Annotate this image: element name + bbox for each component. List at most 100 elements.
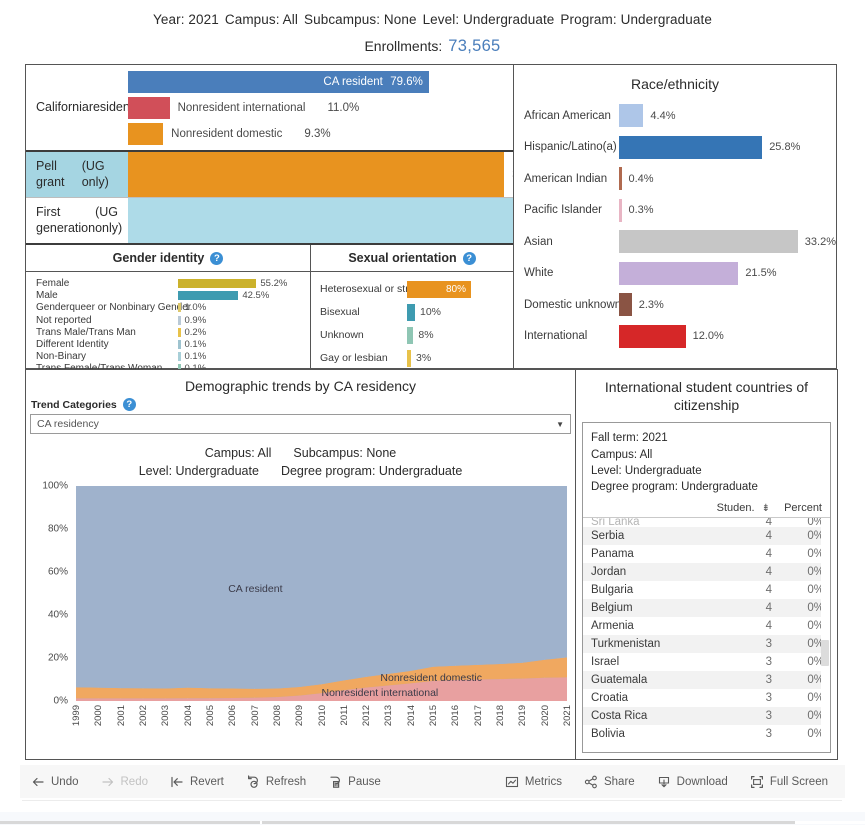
chart-area-label: Nonresident international [321, 687, 439, 700]
chart-y-tick-label: 20% [47, 652, 68, 664]
toolbar-revert-button[interactable]: Revert [159, 765, 235, 798]
residency-bar-percent: 79.6% [390, 76, 423, 88]
filter-subcampus[interactable]: Subcampus: None [304, 12, 417, 27]
table-row[interactable]: Serbia 4 0% [583, 526, 830, 545]
gender-identity-row-bar[interactable] [178, 327, 181, 337]
race-ethnicity-row[interactable]: American Indian 0.4% [514, 163, 836, 195]
table-row[interactable]: Israel 3 0% [583, 653, 830, 671]
race-ethnicity-row-bar[interactable] [619, 230, 798, 254]
race-ethnicity-row-bar[interactable] [619, 167, 622, 191]
sexual-orientation-row-bar[interactable]: 80% [407, 280, 471, 298]
table-scrollbar-thumb[interactable] [821, 639, 829, 666]
pell-grant-label[interactable]: Pell grant (UG only) [26, 152, 128, 197]
race-ethnicity-row-label: African American [524, 109, 611, 122]
toolbar-metrics-button[interactable]: Metrics [494, 765, 573, 798]
gender-identity-row-bar[interactable] [178, 279, 257, 289]
first-generation-label[interactable]: First generation (UG only) [26, 198, 128, 243]
sexual-orientation-row[interactable]: Gay or lesbian 3% [311, 347, 513, 369]
toolbar-full-screen-button[interactable]: Full Screen [739, 765, 839, 798]
column-header-percent[interactable]: Percent [770, 502, 828, 514]
race-ethnicity-row-bar[interactable] [619, 135, 763, 159]
table-row[interactable]: Costa Rica 3 0% [583, 706, 830, 725]
chevron-down-icon[interactable]: ▼ [556, 420, 564, 429]
sort-descending-icon[interactable]: ⇟ [762, 503, 770, 514]
race-ethnicity-row-bar[interactable] [619, 261, 739, 285]
race-ethnicity-row[interactable]: Asian 33.2% [514, 226, 836, 258]
help-icon[interactable]: ? [210, 251, 224, 265]
bottom-toolbar: Undo Redo Revert Refresh Pause Metrics Share D… [20, 765, 845, 798]
table-row[interactable]: Croatia 3 0% [583, 689, 830, 707]
international-table-body[interactable]: Sri Lanka 4 0% Serbia 4 0% Panama 4 0% Jordan 4 0% B… [583, 517, 830, 752]
sexual-orientation-row-bar[interactable] [407, 326, 414, 344]
table-row[interactable]: Guatemala 3 0% [583, 670, 830, 689]
residency-bar-row[interactable]: CA resident 79.6% [128, 70, 513, 94]
residency-bar[interactable]: CA resident 79.6% [128, 71, 429, 93]
race-ethnicity-row[interactable]: Domestic unknown 2.3% [514, 289, 836, 321]
race-ethnicity-row-bar[interactable] [619, 293, 632, 317]
toolbar-share-button[interactable]: Share [573, 765, 646, 798]
gender-identity-row-bar[interactable] [178, 315, 181, 325]
race-ethnicity-row[interactable]: Hispanic/Latino(a) 25.8% [514, 132, 836, 164]
residency-bar-row[interactable]: Nonresident domestic 9.3% [128, 122, 513, 146]
sexual-orientation-row-label: Bisexual [320, 306, 360, 318]
toolbar-download-button[interactable]: Download [646, 765, 739, 798]
filter-level[interactable]: Level: Undergraduate [423, 12, 555, 27]
sexual-orientation-row[interactable]: Unknown 8% [311, 324, 513, 346]
gender-identity-row[interactable]: Trans Male/Trans Man 0.2% [26, 326, 310, 338]
pell-grant-bar[interactable] [128, 152, 505, 197]
gender-identity-row[interactable]: Not reported 0.9% [26, 314, 310, 326]
first-generation-row[interactable]: First generation(UG only) 38% [26, 198, 592, 243]
share-icon [584, 775, 598, 789]
chart-plot-area[interactable]: CA resident Nonresident domestic Nonreside… [76, 486, 567, 702]
table-row[interactable]: Sri Lanka 4 0% [583, 518, 830, 527]
residency-bar-row[interactable]: Nonresident international 11.0% [128, 96, 513, 120]
gender-identity-row-bar[interactable] [178, 351, 181, 361]
race-ethnicity-row-bar[interactable] [619, 104, 644, 128]
table-row[interactable]: Jordan 4 0% [583, 562, 830, 581]
gender-identity-row-label: Female [36, 278, 70, 290]
table-row[interactable]: Panama 4 0% [583, 545, 830, 563]
gender-identity-row[interactable]: Different Identity 0.1% [26, 338, 310, 350]
race-ethnicity-row-bar[interactable] [619, 324, 686, 348]
table-row[interactable]: Bulgaria 4 0% [583, 581, 830, 599]
sexual-orientation-panel: Sexual orientation ? Heterosexual or str… [311, 245, 513, 378]
filter-program[interactable]: Program: Undergraduate [560, 12, 712, 27]
gender-identity-row[interactable]: Non-Binary 0.1% [26, 351, 310, 363]
table-cell-students: 3 [765, 709, 772, 722]
pell-grant-row[interactable]: Pell grant(UG only) 33% [26, 152, 535, 198]
gender-identity-row[interactable]: Genderqueer or Nonbinary Gender 1.0% [26, 302, 310, 314]
filter-year[interactable]: Year: 2021 [153, 12, 219, 27]
help-icon[interactable]: ? [462, 251, 476, 265]
column-header-students[interactable]: Studen. ⇟ [708, 502, 770, 514]
gender-identity-row-bar[interactable] [178, 303, 181, 313]
top-panels-row: California residency CA resident 79.6% Nonr… [25, 64, 838, 378]
trend-categories-select[interactable]: CA residency ▼ [30, 414, 571, 434]
residency-bar[interactable] [128, 123, 164, 145]
sexual-orientation-row[interactable]: Heterosexual or straight 80% [311, 278, 513, 300]
table-row[interactable]: Belgium 4 0% [583, 598, 830, 617]
table-row[interactable]: Turkmenistan 3 0% [583, 634, 830, 653]
help-icon[interactable]: ? [122, 398, 136, 411]
residency-bar[interactable] [128, 97, 170, 119]
gender-identity-row[interactable]: Female 55.2% [26, 278, 310, 290]
race-ethnicity-row[interactable]: African American 4.4% [514, 100, 836, 132]
chart-area-series[interactable] [76, 486, 567, 689]
race-ethnicity-row-bar[interactable] [619, 198, 622, 222]
toolbar-pause-button[interactable]: Pause [317, 765, 392, 798]
race-ethnicity-row[interactable]: International 12.0% [514, 321, 836, 353]
sexual-orientation-row[interactable]: Bisexual 10% [311, 301, 513, 323]
table-scrollbar[interactable] [821, 517, 830, 752]
race-ethnicity-row[interactable]: Pacific Islander 0.3% [514, 195, 836, 227]
gender-identity-row-bar[interactable] [178, 291, 239, 301]
toolbar-undo-button[interactable]: Undo [20, 765, 90, 798]
race-ethnicity-row[interactable]: White 21.5% [514, 258, 836, 290]
toolbar-refresh-button[interactable]: Refresh [235, 765, 317, 798]
sexual-orientation-row-bar[interactable] [407, 349, 411, 367]
filter-campus[interactable]: Campus: All [225, 12, 298, 27]
gender-identity-row-bar[interactable] [178, 339, 181, 349]
table-row[interactable]: Armenia 4 0% [583, 617, 830, 635]
gender-identity-row[interactable]: Male 42.5% [26, 290, 310, 302]
first-generation-bar[interactable] [128, 198, 562, 243]
sexual-orientation-row-bar[interactable] [407, 303, 415, 321]
table-row[interactable]: Bolivia 3 0% [583, 725, 830, 743]
